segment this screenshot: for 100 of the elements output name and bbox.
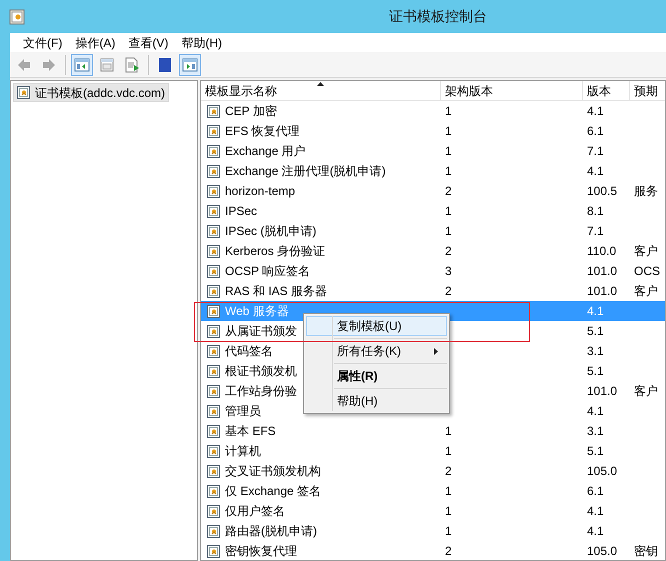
menu-item[interactable]: 文件(F): [18, 34, 68, 52]
context-menu-item[interactable]: 属性(R): [306, 366, 447, 386]
certificate-template-icon: [207, 304, 220, 318]
menu-item[interactable]: 查看(V): [123, 34, 174, 52]
table-cell-text: 密钥: [634, 543, 658, 560]
certificate-template-icon: [207, 264, 220, 278]
table-cell-text: 1: [445, 443, 452, 460]
table-cell-text: 7.1: [587, 143, 604, 160]
context-menu-item[interactable]: 帮助(H): [306, 391, 447, 411]
table-cell-text: 2: [445, 243, 452, 260]
table-cell-text: 6.1: [587, 123, 604, 140]
action-pane-icon: [182, 56, 198, 72]
certificate-template-icon: [207, 284, 220, 298]
context-menu-item[interactable]: 复制模板(U): [306, 316, 447, 336]
table-cell[interactable]: 工作站身份验: [225, 382, 297, 400]
table-cell[interactable]: horizon-temp: [225, 182, 296, 200]
certificate-template-icon: [207, 444, 220, 458]
table-cell[interactable]: 管理员: [225, 402, 261, 420]
certificate-template-icon: [207, 244, 220, 258]
table-cell-text: 101.0: [587, 283, 618, 300]
certificate-template-icon: [207, 124, 220, 138]
table-cell[interactable]: IPSec (脱机申请): [225, 222, 316, 240]
table-cell-text: 4.1: [587, 403, 604, 420]
table-cell[interactable]: IPSec: [225, 202, 258, 220]
table-cell[interactable]: CEP 加密: [225, 102, 277, 120]
certificate-icon: [9, 8, 25, 24]
column-header[interactable]: 架构版本: [441, 81, 583, 101]
table-cell[interactable]: 交叉证书颁发机构: [225, 462, 321, 480]
table-cell-text: 6.1: [587, 483, 604, 500]
table-cell-text: 客户: [634, 243, 658, 260]
table-cell-text: 1: [445, 483, 452, 500]
table-cell-text: 3.1: [587, 423, 604, 440]
console-tree-button[interactable]: [71, 54, 93, 76]
action-pane-button[interactable]: [179, 54, 201, 76]
table-cell[interactable]: 仅用户签名: [225, 502, 285, 520]
table-cell-text: 1: [445, 103, 452, 120]
certificate-template-icon: [207, 224, 220, 238]
tree-item[interactable]: 证书模板(addc.vdc.com): [13, 83, 170, 102]
table-cell-text: 3.1: [587, 343, 604, 360]
certificate-template-icon: [207, 184, 220, 198]
context-menu-item[interactable]: 所有任务(K): [306, 341, 447, 361]
table-cell[interactable]: 从属证书颁发: [225, 322, 297, 340]
table-cell[interactable]: EFS 恢复代理: [225, 122, 300, 140]
table-cell-text: 8.1: [587, 203, 604, 220]
console-tree-icon: [74, 56, 90, 72]
menu-item[interactable]: 操作(A): [70, 34, 120, 52]
table-cell[interactable]: Exchange 用户: [225, 142, 306, 160]
certificate-template-icon: [207, 404, 220, 418]
table-cell[interactable]: 仅 Exchange 签名: [225, 482, 322, 500]
table-cell-text: 1: [445, 423, 452, 440]
table-cell-text: 2: [445, 283, 452, 300]
column-header[interactable]: 预期: [630, 81, 665, 101]
table-cell[interactable]: 根证书颁发机: [225, 362, 297, 380]
table-cell-text: 101.0: [587, 263, 618, 280]
table-cell-text: 4.1: [587, 163, 604, 180]
table-cell[interactable]: 代码签名: [225, 342, 273, 360]
submenu-arrow-icon: [434, 348, 438, 355]
table-cell[interactable]: Kerberos 身份验证: [225, 242, 326, 260]
table-cell[interactable]: OCSP 响应签名: [225, 262, 310, 280]
table-cell[interactable]: 密钥恢复代理: [225, 542, 297, 560]
table-cell-text: 4.1: [587, 303, 604, 320]
menu-item[interactable]: 帮助(H): [176, 34, 227, 52]
certificate-template-icon: [17, 86, 30, 99]
table-cell-text: 1: [445, 523, 452, 540]
table-cell-text: 110.0: [587, 243, 616, 260]
certificate-template-icon: [207, 364, 220, 378]
table-cell-text: 4.1: [587, 103, 604, 120]
table-cell-text: 客户: [634, 383, 658, 400]
table-cell[interactable]: 基本 EFS: [225, 422, 276, 440]
certificate-template-icon: [207, 104, 220, 118]
table-cell-text: 4.1: [587, 503, 604, 520]
table-cell-text: 1: [445, 143, 452, 160]
table-cell-text: 4.1: [587, 523, 604, 540]
table-cell[interactable]: 路由器(脱机申请): [225, 522, 317, 540]
certificate-template-icon: [207, 164, 220, 178]
table-cell-text: OCS: [634, 263, 660, 280]
column-header[interactable]: 版本: [583, 81, 630, 101]
table-cell-text: 7.1: [587, 223, 604, 240]
table-cell-text: 1: [445, 503, 452, 520]
certificate-template-icon: [207, 544, 220, 558]
table-cell-text: 101.0: [587, 383, 618, 400]
table-cell-text: 5.1: [587, 443, 604, 460]
table-cell-text: 5.1: [587, 363, 604, 380]
table-cell-text: 5.1: [587, 323, 604, 340]
table-cell-text: 2: [445, 463, 452, 480]
table-cell-text: 1: [445, 203, 452, 220]
certificate-template-icon: [207, 504, 220, 518]
table-cell-text: 3: [445, 263, 452, 280]
table-cell[interactable]: RAS 和 IAS 服务器: [225, 282, 328, 300]
export-list-icon: [124, 56, 140, 72]
table-cell[interactable]: 计算机: [225, 442, 261, 460]
certificate-template-icon: [207, 484, 220, 498]
certificate-template-icon: [207, 204, 220, 218]
table-cell[interactable]: Exchange 注册代理(脱机申请): [225, 162, 386, 180]
forward-arrow-icon: [41, 56, 57, 72]
column-header[interactable]: 模板显示名称: [201, 81, 441, 101]
certificate-template-icon: [207, 144, 220, 158]
table-cell-text: 100.5: [587, 183, 618, 200]
certificate-template-icon: [207, 344, 220, 358]
certificate-template-icon: [207, 384, 220, 398]
